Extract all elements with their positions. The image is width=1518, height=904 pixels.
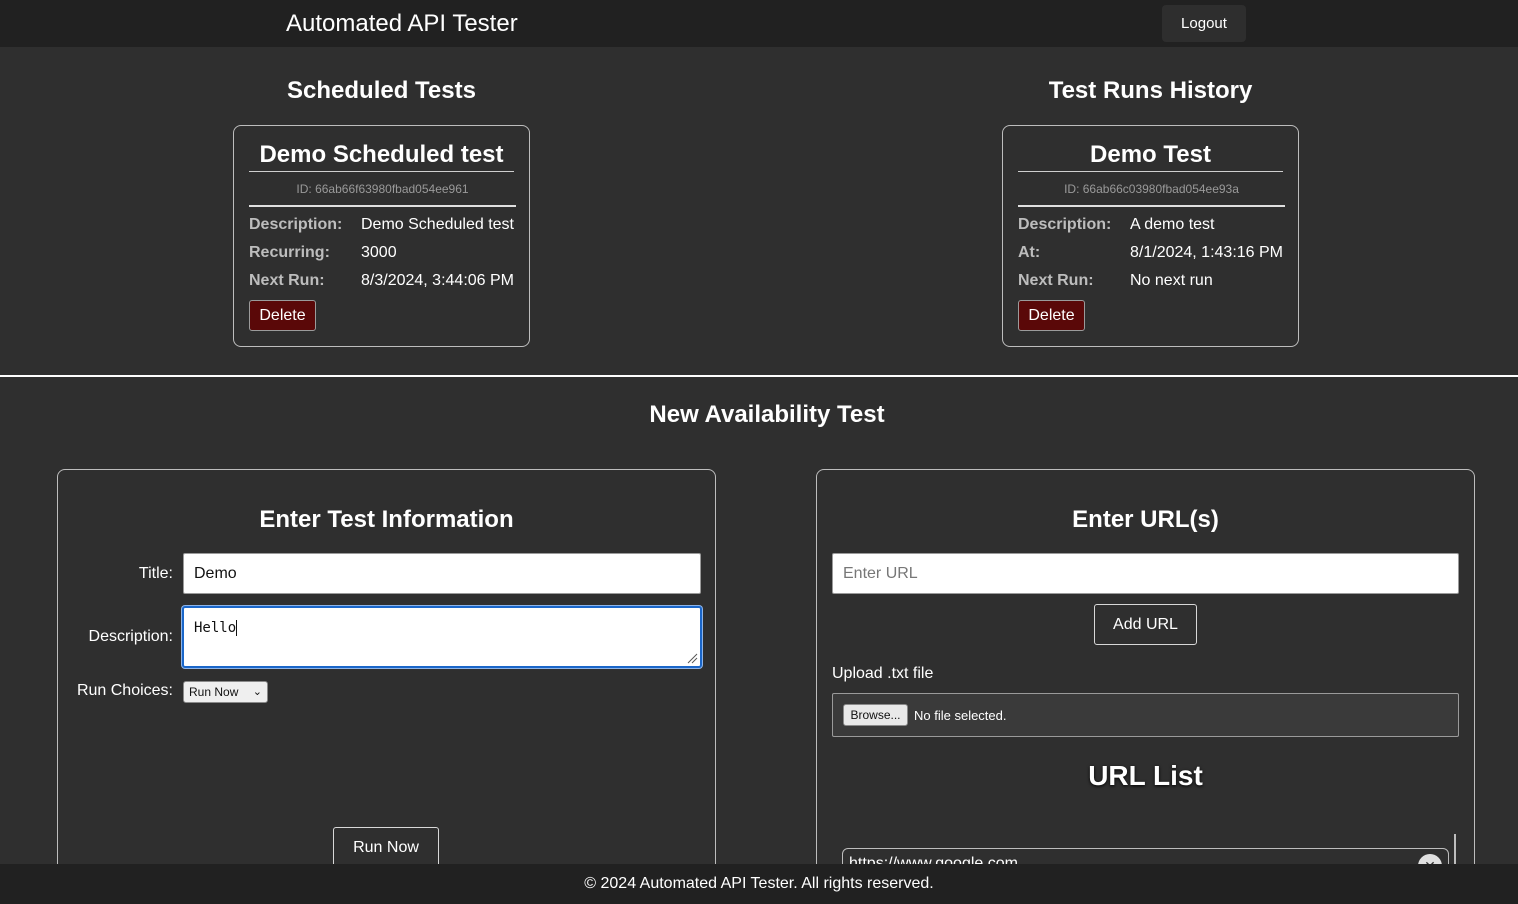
card-value: Demo Scheduled test [361, 216, 514, 233]
card-value: A demo test [1130, 216, 1215, 233]
description-textarea[interactable]: Hello [182, 606, 702, 668]
title-label: Title: [138, 565, 173, 582]
panel-title: Enter URL(s) [1072, 506, 1219, 533]
url-panel: Enter URL(s) Enter URL Add URL Upload .t… [816, 469, 1475, 889]
card-label: Next Run: [1018, 272, 1094, 289]
card-value: 3000 [361, 244, 397, 261]
card-label: Next Run: [249, 272, 325, 289]
title-input[interactable]: Demo [183, 553, 701, 594]
file-upload-input[interactable]: Browse... No file selected. [832, 693, 1459, 737]
scheduled-tests-heading: Scheduled Tests [287, 77, 476, 104]
delete-button[interactable]: Delete [249, 300, 316, 331]
upload-label: Upload .txt file [832, 665, 934, 682]
app-title: Automated API Tester [286, 10, 518, 37]
scheduled-test-card: Demo Scheduled test ID: 66ab66f63980fbad… [233, 125, 530, 347]
run-choices-label: Run Choices: [76, 682, 173, 699]
card-title: Demo Test [1018, 141, 1283, 172]
top-navbar: Automated API Tester Logout [0, 0, 1518, 47]
browse-button[interactable]: Browse... [843, 704, 908, 726]
card-value: No next run [1130, 272, 1213, 289]
card-label: At: [1018, 244, 1041, 261]
text-cursor [236, 620, 238, 636]
panel-title: Enter Test Information [259, 506, 514, 533]
url-input[interactable]: Enter URL [832, 553, 1459, 594]
test-info-panel: Enter Test Information Title: Demo Descr… [57, 469, 716, 889]
card-divider [1018, 205, 1285, 207]
footer: © 2024 Automated API Tester. All rights … [0, 864, 1518, 904]
run-now-button[interactable]: Run Now [333, 827, 439, 869]
logout-button[interactable]: Logout [1162, 5, 1246, 42]
file-status: No file selected. [914, 708, 1007, 723]
url-input-placeholder: Enter URL [843, 564, 918, 582]
card-value: 8/1/2024, 1:43:16 PM [1130, 244, 1283, 261]
new-test-heading: New Availability Test [649, 401, 885, 428]
run-choice-selected: Run Now [189, 685, 239, 699]
section-divider [0, 375, 1518, 377]
run-choices-select[interactable]: Run Now ⌄ [183, 681, 268, 703]
resize-grip-icon[interactable] [686, 652, 698, 664]
footer-text: © 2024 Automated API Tester. All rights … [584, 875, 934, 892]
history-heading: Test Runs History [1048, 77, 1253, 104]
history-test-card: Demo Test ID: 66ab66c03980fbad054ee93a D… [1002, 125, 1299, 347]
card-label: Description: [249, 216, 343, 233]
description-text: Hello [194, 620, 237, 636]
url-list-title: URL List [1088, 760, 1203, 791]
card-title: Demo Scheduled test [249, 141, 514, 172]
card-id: ID: 66ab66c03980fbad054ee93a [1064, 182, 1239, 196]
card-divider [249, 205, 516, 207]
chevron-down-icon: ⌄ [252, 686, 262, 698]
card-label: Recurring: [249, 244, 330, 261]
add-url-button[interactable]: Add URL [1094, 604, 1197, 645]
description-label: Description: [88, 628, 173, 645]
card-value: 8/3/2024, 3:44:06 PM [361, 272, 514, 289]
delete-button[interactable]: Delete [1018, 300, 1085, 331]
card-id: ID: 66ab66f63980fbad054ee961 [296, 182, 469, 196]
card-label: Description: [1018, 216, 1112, 233]
